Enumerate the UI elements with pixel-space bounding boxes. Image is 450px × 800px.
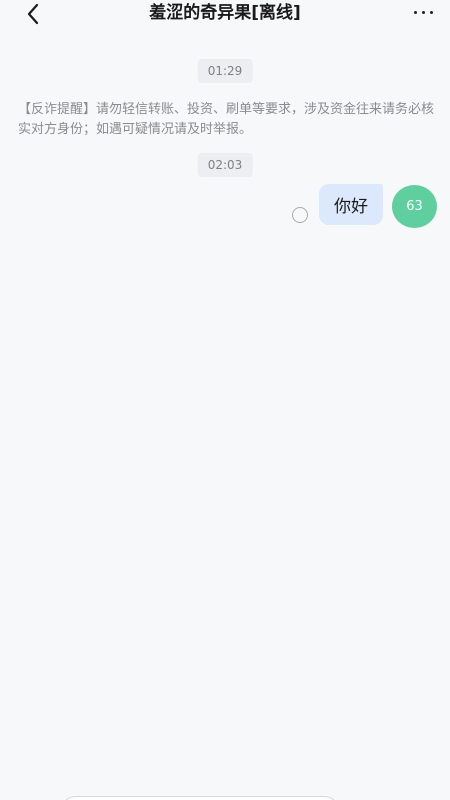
chevron-left-icon <box>27 3 39 25</box>
avatar[interactable]: 63 <box>392 185 437 228</box>
back-button[interactable] <box>16 0 50 28</box>
more-dot <box>421 10 425 14</box>
message-input[interactable] <box>60 796 340 800</box>
anti-fraud-notice: 【反诈提醒】请勿轻信转账、投资、刷单等要求，涉及资金往来请务必核实对方身份；如遇… <box>18 102 435 137</box>
chat-title: 羞涩的奇异果[离线] <box>149 3 301 23</box>
more-options-button[interactable] <box>406 0 440 24</box>
timestamp: 01:29 <box>197 59 253 83</box>
more-horizontal-icon <box>413 10 417 14</box>
pending-circle-icon <box>292 207 308 223</box>
chat-header: 羞涩的奇异果[离线] <box>0 0 450 34</box>
timestamp: 02:03 <box>197 153 253 177</box>
outgoing-message-bubble[interactable]: 你好 <box>319 184 383 225</box>
more-dot <box>429 10 433 14</box>
chat-screen: 羞涩的奇异果[离线] 01:29 【反诈提醒】请勿轻信转账、投资、刷单等要求，涉… <box>0 0 450 800</box>
